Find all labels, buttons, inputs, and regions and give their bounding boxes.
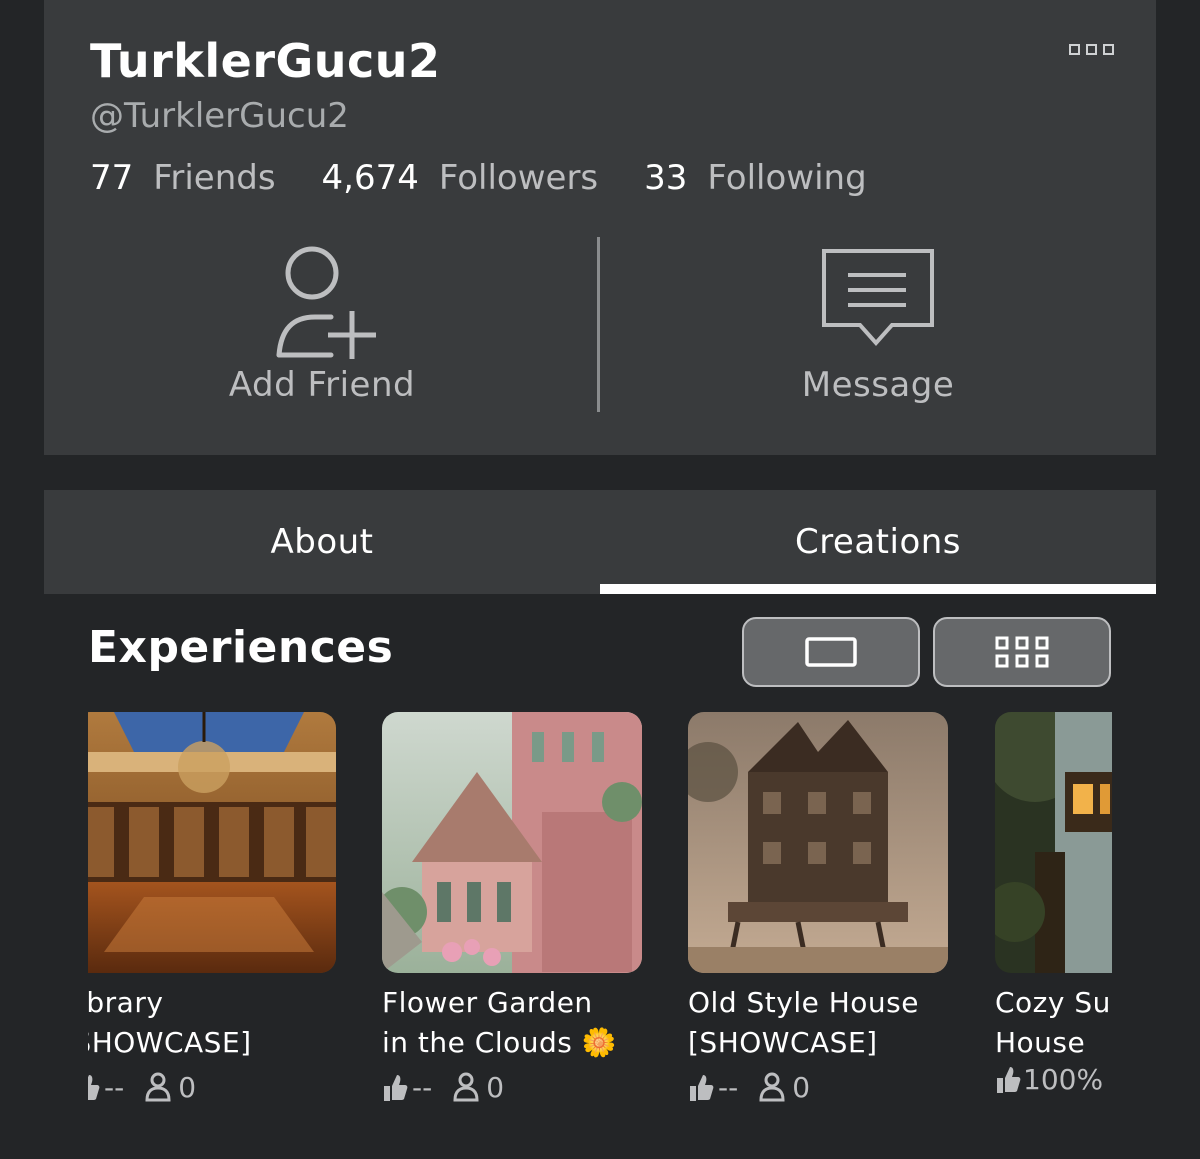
more-dot-icon (1069, 44, 1080, 55)
experience-card[interactable]: Old Style House [SHOWCASE] -- 0 (688, 712, 948, 1107)
grid-view-toggle[interactable] (933, 617, 1111, 687)
experience-title: Flower Garden in the Clouds 🌼 (382, 983, 642, 1063)
single-view-icon (805, 637, 857, 667)
add-friend-button[interactable]: Add Friend (44, 237, 600, 412)
profile-header: TurklerGucu2 @TurklerGucu2 77 Friends 4,… (44, 0, 1156, 455)
following-count: 33 (644, 158, 688, 198)
experience-title-line1: Flower Garden (382, 986, 593, 1019)
followers-label: Followers (438, 158, 599, 198)
add-friend-label: Add Friend (228, 365, 416, 405)
experience-players: 0 (486, 1070, 505, 1104)
thumbs-up-icon (384, 1075, 408, 1101)
experience-title-line1: Old Style House (688, 986, 919, 1019)
username: @TurklerGucu2 (90, 96, 349, 136)
experience-stats: -- 0 (382, 1067, 642, 1107)
experience-title-line2: [SHOWCASE] (688, 1026, 878, 1059)
experience-title: Cozy Su House (995, 983, 1112, 1063)
experience-thumbnail (88, 712, 336, 973)
experience-thumbnail (995, 712, 1112, 973)
more-dot-icon (1086, 44, 1097, 55)
more-dot-icon (1103, 44, 1114, 55)
grid-view-icon (995, 636, 1049, 668)
followers-count: 4,674 (321, 158, 419, 198)
message-label: Message (801, 365, 955, 405)
experience-rating: -- (718, 1070, 739, 1104)
experience-title-line2: [SHOWCASE] (88, 1026, 252, 1059)
friends-stat[interactable]: 77 Friends (90, 158, 276, 198)
players-icon (145, 1072, 171, 1102)
experience-title: Old Style House [SHOWCASE] (688, 983, 948, 1063)
friends-count: 77 (90, 158, 134, 198)
more-options-button[interactable] (1067, 42, 1116, 57)
experience-title-line2: House (995, 1026, 1086, 1059)
tab-creations[interactable]: Creations (600, 490, 1156, 594)
experience-card[interactable]: Cozy Su House 100% (995, 712, 1112, 1099)
thumbs-up-icon (997, 1067, 1021, 1093)
tab-about[interactable]: About (44, 490, 600, 594)
profile-actions: Add Friend Message (44, 237, 1156, 412)
experience-players: 0 (178, 1070, 197, 1104)
experience-stats: 100% (995, 1059, 1112, 1099)
profile-tabs: About Creations (44, 490, 1156, 594)
experience-rating: 100% (1023, 1062, 1104, 1096)
experience-stats: -- 0 (688, 1067, 948, 1107)
followers-stat[interactable]: 4,674 Followers (322, 158, 599, 198)
experience-card[interactable]: Library [SHOWCASE] -- 0 (88, 712, 336, 1107)
experience-card[interactable]: Flower Garden in the Clouds 🌼 -- 0 (382, 712, 642, 1107)
experience-stats: -- 0 (88, 1067, 336, 1107)
experience-title-line1: Cozy Su (995, 986, 1111, 1019)
friends-label: Friends (153, 158, 276, 198)
experience-thumbnail (382, 712, 642, 973)
experience-rating: -- (104, 1070, 125, 1104)
players-icon (453, 1072, 479, 1102)
experience-title-line1: Library (88, 986, 164, 1019)
following-label: Following (707, 158, 867, 198)
display-name: TurklerGucu2 (90, 34, 441, 88)
experience-rating: -- (412, 1070, 433, 1104)
add-friend-icon (276, 246, 376, 359)
following-stat[interactable]: 33 Following (644, 158, 867, 198)
thumbs-up-icon (690, 1075, 714, 1101)
experiences-title: Experiences (88, 622, 394, 673)
experience-title-line2: in the Clouds 🌼 (382, 1026, 618, 1059)
message-button[interactable]: Message (600, 237, 1156, 412)
profile-stats: 77 Friends 4,674 Followers 33 Following (90, 158, 867, 198)
experience-thumbnail (688, 712, 948, 973)
single-view-toggle[interactable] (742, 617, 920, 687)
message-icon (822, 249, 934, 347)
experiences-carousel[interactable]: Library [SHOWCASE] -- 0 (88, 712, 1112, 1112)
experience-players: 0 (792, 1070, 811, 1104)
experience-title: Library [SHOWCASE] (88, 983, 336, 1063)
players-icon (759, 1072, 785, 1102)
thumbs-up-icon (88, 1075, 100, 1100)
